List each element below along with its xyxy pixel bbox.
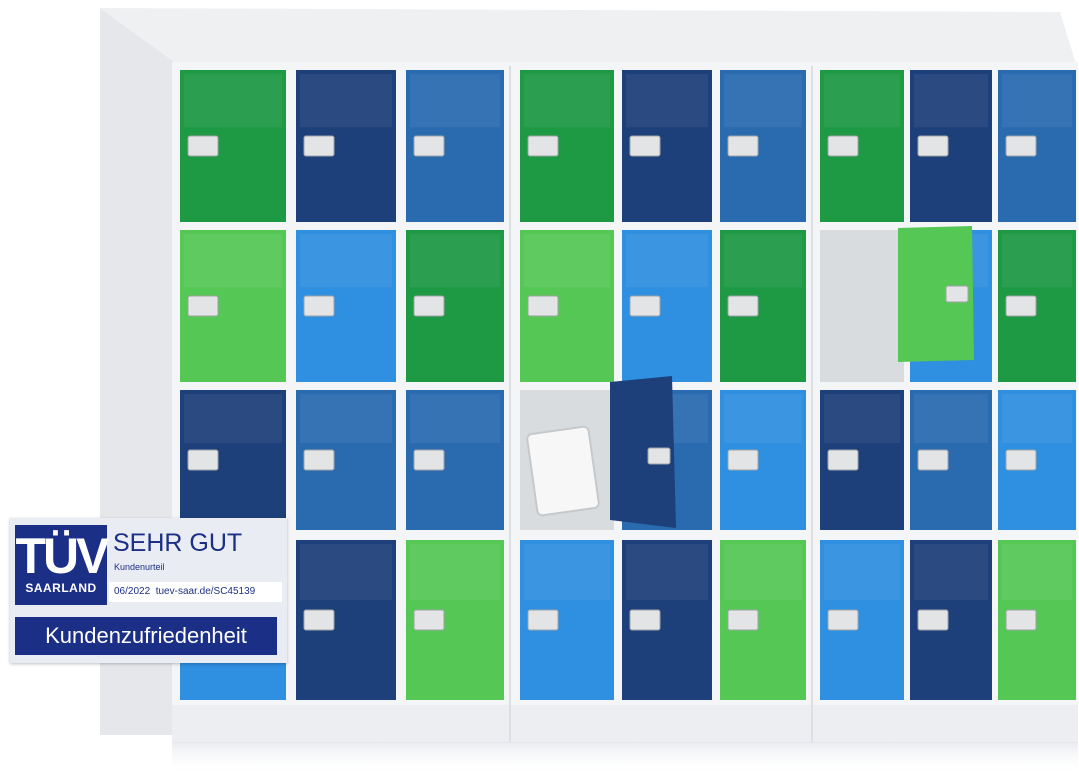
keypad-lock-icon (917, 449, 949, 471)
keypad-lock-icon (827, 449, 859, 471)
door-highlight (914, 74, 988, 128)
certificate-strip: 06/2022 tuev-saar.de/SC45139 (109, 582, 282, 602)
keypad-lock-icon (1005, 609, 1037, 631)
keypad-lock-icon (827, 609, 859, 631)
keypad-lock-icon (1005, 449, 1037, 471)
door-highlight (824, 544, 900, 600)
keypad-lock-icon (917, 135, 949, 157)
keypad-lock-icon (629, 609, 661, 631)
keypad-lock-icon (629, 295, 661, 317)
door-highlight (724, 234, 802, 288)
keypad-lock-icon (413, 295, 445, 317)
certificate-date: 06/2022 (114, 586, 151, 597)
door-highlight (184, 74, 282, 128)
door-highlight (300, 544, 392, 600)
tuv-badge: TÜV SAARLAND SEHR GUT Kundenurteil 06/20… (10, 518, 287, 663)
door-highlight (914, 394, 988, 443)
keypad-lock-icon (1005, 295, 1037, 317)
door-highlight (824, 394, 900, 443)
keypad-lock-icon (527, 135, 559, 157)
keypad-lock-icon (827, 135, 859, 157)
door-highlight (1002, 394, 1072, 443)
keypad-lock-icon (727, 295, 759, 317)
keypad-lock-icon (1005, 135, 1037, 157)
door-highlight (914, 544, 988, 600)
door-highlight (724, 74, 802, 128)
tuv-logo-text: TÜV (15, 528, 110, 584)
keypad-lock-icon (303, 295, 335, 317)
keypad-lock-icon (303, 609, 335, 631)
keypad-lock-icon (187, 135, 219, 157)
keypad-lock-icon (413, 449, 445, 471)
door-highlight (300, 234, 392, 288)
tuv-logo: TÜV SAARLAND (15, 525, 110, 605)
door-highlight (626, 234, 708, 288)
rating-subtitle: Kundenurteil (114, 562, 165, 572)
door-highlight (300, 394, 392, 443)
door-highlight (410, 234, 500, 288)
door-highlight (1002, 544, 1072, 600)
door-highlight (524, 234, 610, 288)
door-highlight (626, 544, 708, 600)
door-highlight (524, 74, 610, 128)
keypad-lock-icon (917, 609, 949, 631)
keypad-lock-icon (727, 135, 759, 157)
keypad-lock-icon (527, 295, 559, 317)
floor-reflection (172, 742, 1078, 775)
category-label: Kundenzufriedenheit (15, 617, 277, 655)
tablet-icon (526, 425, 600, 517)
tuv-region: SAARLAND (25, 581, 97, 595)
door-highlight (300, 74, 392, 128)
cabinet-plinth (172, 705, 1078, 743)
rating-text: SEHR GUT (113, 529, 243, 557)
certificate-url: tuev-saar.de/SC45139 (155, 586, 256, 597)
keypad-lock-icon (647, 447, 671, 465)
door-highlight (1002, 74, 1072, 128)
keypad-lock-icon (945, 285, 969, 303)
keypad-lock-icon (187, 449, 219, 471)
keypad-lock-icon (303, 449, 335, 471)
door-highlight (626, 74, 708, 128)
door-highlight (524, 544, 610, 600)
keypad-lock-icon (303, 135, 335, 157)
door-highlight (410, 394, 500, 443)
door-highlight (410, 74, 500, 128)
keypad-lock-icon (187, 295, 219, 317)
door-highlight (824, 74, 900, 128)
keypad-lock-icon (727, 449, 759, 471)
keypad-lock-icon (413, 135, 445, 157)
door-highlight (724, 544, 802, 600)
cabinet-top (100, 8, 1076, 66)
door-highlight (410, 544, 500, 600)
door-highlight (184, 394, 282, 443)
door-highlight (724, 394, 802, 443)
door-highlight (184, 234, 282, 288)
keypad-lock-icon (727, 609, 759, 631)
open-locker-compartment (820, 230, 904, 382)
keypad-lock-icon (527, 609, 559, 631)
door-highlight (1002, 234, 1072, 288)
keypad-lock-icon (629, 135, 661, 157)
keypad-lock-icon (413, 609, 445, 631)
